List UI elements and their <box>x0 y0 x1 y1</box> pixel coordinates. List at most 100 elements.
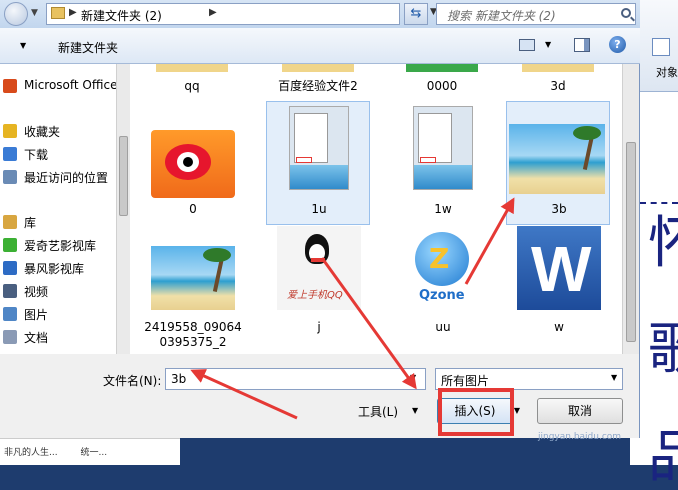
file-thumbnail <box>282 64 354 72</box>
file-name: 百度经验文件2 <box>278 79 358 93</box>
chevron-down-icon[interactable]: ▼ <box>20 41 26 50</box>
sidebar-item-label: 下载 <box>24 148 49 162</box>
insert-object-icon <box>652 38 670 56</box>
file-tile[interactable]: 3d <box>506 64 610 96</box>
file-thumbnail <box>406 64 478 72</box>
sidebar-item-label: 文档 <box>24 331 49 345</box>
sidebar-item-label: 暴风影视库 <box>24 262 85 276</box>
file-tile[interactable]: Ww <box>506 221 610 345</box>
refresh-icon[interactable]: ⇆ <box>404 3 428 25</box>
navigation-pane: Microsoft Office 收藏夹下载最近访问的位置库爱奇艺影视库 暴风影视库… <box>0 64 116 354</box>
navigation-scrollbar[interactable] <box>116 64 130 354</box>
scrollbar-thumb[interactable] <box>626 142 636 342</box>
weibo-logo-icon <box>151 130 235 198</box>
download-folder-icon <box>3 147 17 161</box>
library-icon <box>3 215 17 229</box>
preview-pane-icon[interactable] <box>574 38 590 52</box>
view-mode-icon[interactable] <box>519 39 535 51</box>
folder-icon <box>51 7 65 19</box>
breadcrumb-chevron-icon[interactable]: ▶ <box>209 7 217 18</box>
file-name: 3d <box>550 79 566 93</box>
address-row: ▼ ▶ 新建文件夹 (2) ▶ ▼ ⇆ 搜索 新建文件夹 (2) <box>0 0 640 28</box>
file-tile[interactable]: qq <box>140 64 244 96</box>
breadcrumb-current-folder[interactable]: 新建文件夹 (2) <box>81 7 162 24</box>
history-dropdown-icon[interactable]: ▼ <box>31 8 38 18</box>
scrollbar-thumb[interactable] <box>119 136 128 216</box>
file-name: qq <box>184 79 200 93</box>
background-text: 统一... <box>80 448 108 458</box>
star-icon <box>3 124 17 138</box>
chevron-down-icon[interactable]: ▼ <box>545 40 551 49</box>
office-icon <box>3 79 17 93</box>
file-name: 0 <box>189 202 197 216</box>
sidebar-item-label: 收藏夹 <box>24 125 61 139</box>
beach-photo-icon <box>151 246 235 310</box>
file-name: 3b <box>551 202 567 216</box>
qq-penguin-icon: 爱上手机QQ <box>277 226 361 310</box>
sidebar-item-label: Microsoft Office <box>24 78 116 92</box>
file-thumbnail <box>156 64 228 72</box>
help-icon[interactable]: ? <box>609 36 626 53</box>
insert-options-dropdown-icon[interactable]: ▼ <box>510 398 524 424</box>
file-tile[interactable]: 3b <box>506 101 610 225</box>
file-name: 2419558_09064 <box>144 320 242 334</box>
back-nav-icon[interactable] <box>4 2 28 26</box>
file-name: w <box>554 320 564 334</box>
filetype-select[interactable]: 所有图片 <box>435 368 623 390</box>
sidebar-item-label: 爱奇艺影视库 <box>24 239 97 253</box>
address-bar[interactable]: ▶ 新建文件夹 (2) ▶ ▼ <box>46 3 437 25</box>
screenshot-thumbnail-icon <box>289 106 349 190</box>
search-input[interactable]: 搜索 新建文件夹 (2) <box>436 3 636 25</box>
file-tile[interactable]: 2419558_09064 0395375_2 <box>140 221 244 349</box>
filename-history-dropdown-icon[interactable]: ▼ <box>410 373 416 382</box>
ribbon-object-label: 对象 <box>656 66 678 79</box>
file-name: j <box>317 320 321 334</box>
sidebar-item-label: 库 <box>24 216 37 230</box>
file-name: uu <box>435 320 451 334</box>
search-placeholder: 搜索 新建文件夹 (2) <box>447 9 556 23</box>
document-char: 歌 <box>648 317 678 382</box>
tools-button[interactable]: 工具(L) <box>358 403 398 420</box>
sidebar-item-label: 最近访问的位置 <box>24 171 109 185</box>
sidebar-item-label: 图片 <box>24 308 49 322</box>
insert-picture-dialog: ▼ ▶ 新建文件夹 (2) ▶ ▼ ⇆ 搜索 新建文件夹 (2) 组织 ▼ 新建… <box>0 0 640 438</box>
video-icon <box>3 284 17 298</box>
watermark-text: jingyan.baidu.com <box>538 432 622 442</box>
breadcrumb-chevron-icon[interactable]: ▶ <box>69 7 77 18</box>
background-text: 非凡的人生... <box>4 448 58 458</box>
storm-video-icon <box>3 261 17 275</box>
new-folder-button[interactable]: 新建文件夹 <box>58 39 118 56</box>
file-name: 0395375_2 <box>159 335 227 349</box>
documents-icon <box>3 330 17 344</box>
document-char: 怀 <box>648 211 678 276</box>
pictures-icon <box>3 307 17 321</box>
beach-photo-icon <box>509 124 605 194</box>
file-name: 0000 <box>426 79 458 93</box>
cancel-button[interactable]: 取消 <box>537 398 623 424</box>
qzone-logo-icon: Z Qzone <box>401 226 485 310</box>
iqiyi-icon <box>3 238 17 252</box>
file-tile[interactable]: 1u <box>266 101 370 225</box>
chevron-down-icon[interactable]: ▼ <box>412 406 418 415</box>
file-tile[interactable]: 百度经验文件2 <box>266 64 370 96</box>
file-tile[interactable]: Z Qzone uu <box>390 221 494 345</box>
command-toolbar: 组织 ▼ 新建文件夹 ▼ ? <box>0 28 640 72</box>
search-icon[interactable] <box>621 8 631 18</box>
file-name: 1w <box>434 202 452 216</box>
document-rule <box>640 202 678 204</box>
screenshot-thumbnail-icon <box>413 106 473 190</box>
file-tile[interactable]: 爱上手机QQ j <box>266 221 370 345</box>
file-list-scrollbar[interactable] <box>622 64 639 354</box>
file-thumbnail <box>522 64 594 72</box>
insert-button[interactable]: 插入(S) <box>437 398 513 424</box>
file-tile[interactable]: 0 <box>140 101 244 225</box>
background-status-strip: 非凡的人生... 统一... <box>0 438 180 465</box>
file-tile[interactable]: 0000 <box>390 64 494 96</box>
word-logo-icon: W <box>517 226 601 310</box>
chevron-down-icon[interactable]: ▼ <box>611 373 617 382</box>
file-tile[interactable]: 1w <box>390 101 494 225</box>
file-list: qq 百度经验文件2 0000 3d 0 1u 1w 3b 2419558_09064 03953… <box>130 64 622 354</box>
filename-label: 文件名(N): <box>103 374 162 388</box>
file-name: 1u <box>311 202 327 216</box>
filename-field[interactable]: 3b <box>165 368 426 390</box>
